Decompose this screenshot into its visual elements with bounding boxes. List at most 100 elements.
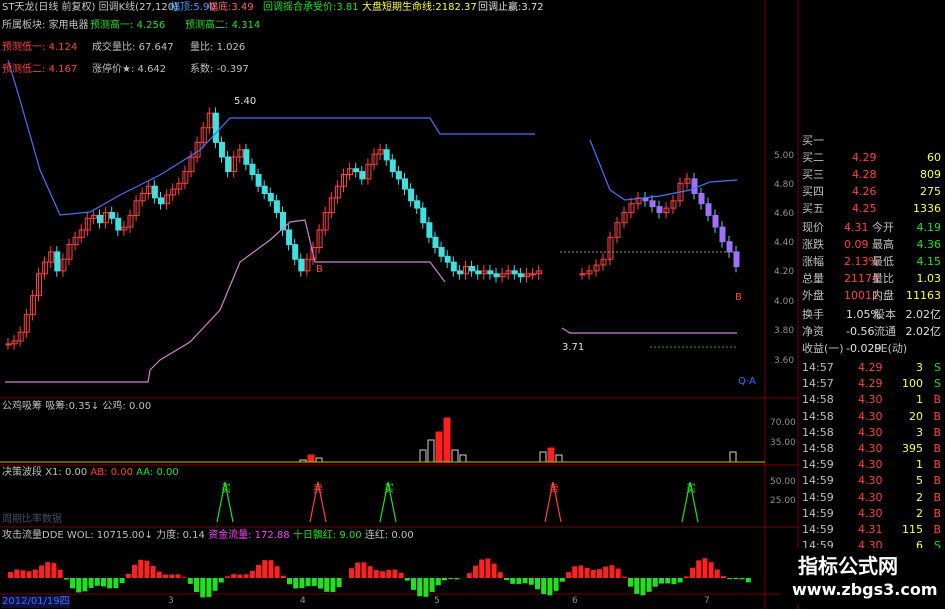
order-book-row[interactable]: 买一 — [800, 133, 945, 149]
flow-bar — [187, 578, 193, 584]
flow-bar — [367, 566, 373, 578]
stat-label: 最低 — [872, 255, 894, 268]
flow-bar — [175, 574, 181, 578]
flow-bar — [677, 578, 683, 583]
candle-body — [579, 273, 586, 276]
flow-bar — [200, 578, 206, 598]
flow-bar — [144, 560, 150, 578]
candle-body — [158, 197, 164, 205]
flow-bar — [541, 578, 547, 595]
flow-bar — [479, 559, 485, 578]
fin-label: PE(动) — [874, 342, 908, 355]
flow-bar — [262, 560, 268, 578]
flow-bar — [491, 563, 497, 578]
flow-bar — [32, 569, 38, 578]
book-price: 4.29 — [852, 151, 877, 164]
accumulation-bar — [555, 454, 563, 463]
candle-body — [726, 241, 733, 253]
watermark-title: 指标公式网 — [798, 554, 898, 578]
x-tick: 4 — [300, 596, 306, 606]
trade-row[interactable]: 14:59 4.30 2 B — [800, 490, 945, 506]
watermark: 指标公式网 www.zbgs3.com — [780, 548, 940, 604]
trade-row[interactable]: 14:59 4.31 115 B — [800, 522, 945, 538]
panel1-title: 公鸡吸筹 吸筹:0.35↓ 公鸡: 0.00 — [2, 401, 152, 412]
watermark-url: www.zbgs3.com — [792, 580, 938, 599]
flow-bar — [702, 558, 708, 578]
flow-bar — [411, 578, 416, 590]
candle-body — [656, 206, 663, 213]
flow-bar — [63, 578, 69, 580]
stat-label: 涨跌 — [802, 238, 824, 251]
trade-price: 4.30 — [858, 506, 883, 520]
book-volume: 60 — [927, 151, 941, 164]
stat-label: 总量 — [802, 272, 824, 285]
candle-body — [298, 258, 305, 272]
trade-row[interactable]: 14:58 4.30 395 B — [800, 441, 945, 457]
stat-label: 涨幅 — [802, 255, 824, 268]
stat-label: 今开 — [872, 221, 894, 234]
flow-bar — [45, 562, 51, 578]
trade-row[interactable]: 14:59 4.30 5 B — [800, 473, 945, 489]
book-volume: 809 — [920, 168, 941, 181]
predict-high-1: 预测高一: 4.256 — [90, 20, 166, 31]
trade-time: 14:59 — [802, 523, 834, 536]
candle-body — [456, 270, 463, 275]
flow-bar — [181, 577, 187, 578]
flow-bar — [733, 578, 739, 580]
order-book-row[interactable]: 买四 4.26 275 — [800, 184, 945, 200]
coefficient: 系数: -0.397 — [190, 64, 249, 75]
candle-body — [712, 214, 719, 228]
flow-bar — [528, 578, 534, 585]
high-marker: 5.40 — [234, 96, 257, 107]
trade-volume: 20 — [909, 409, 923, 423]
trade-row[interactable]: 14:57 4.29 3 S — [800, 360, 945, 376]
trade-price: 4.30 — [858, 442, 883, 455]
flow-bar — [163, 574, 168, 578]
candle-body — [286, 229, 293, 246]
flow-bar — [125, 574, 131, 578]
flow-bar — [739, 578, 745, 580]
trade-side: B — [933, 458, 941, 472]
trade-row[interactable]: 14:59 4.30 1 B — [800, 457, 945, 473]
blue-trend-line — [589, 139, 738, 201]
trade-row[interactable]: 14:58 4.30 20 B — [800, 409, 945, 425]
candle-body — [115, 217, 122, 231]
flow-bar — [138, 559, 144, 578]
trade-row[interactable]: 14:57 4.29 100 S — [800, 376, 945, 392]
flow-bar — [398, 572, 404, 578]
trade-row[interactable]: 14:59 4.30 2 B — [800, 506, 945, 522]
flow-bar — [721, 576, 726, 578]
candle-body — [273, 200, 280, 213]
candle-body — [691, 178, 698, 194]
trade-price: 4.30 — [858, 490, 883, 504]
flow-bar — [516, 578, 522, 584]
flow-bar — [442, 578, 447, 581]
book-price: 4.26 — [852, 185, 877, 198]
panel2-note: 周期比率数据 — [2, 514, 62, 525]
flow-bar — [417, 578, 423, 597]
x-tick: 7 — [704, 596, 710, 606]
candle-body — [353, 168, 360, 173]
fin-row: 收益(一) -0.029 PE(动) — [800, 341, 945, 357]
flow-bar — [70, 578, 75, 589]
flow-bar — [156, 571, 162, 578]
trade-row[interactable]: 14:58 4.30 3 B — [800, 425, 945, 441]
stat-label: 外盘 — [802, 289, 824, 302]
order-book-row[interactable]: 买五 4.25 1336 — [800, 201, 945, 217]
flow-bar — [82, 578, 88, 592]
flow-bar — [218, 578, 224, 583]
flow-bar — [299, 578, 305, 589]
panel3-title: 攻击流量DDE WOL: 10715.00↓ 力度: 0.14 资金流量: 17… — [2, 530, 414, 541]
candle-body — [212, 112, 219, 143]
trade-row[interactable]: 14:58 4.30 1 B — [800, 392, 945, 408]
flow-bar — [243, 574, 249, 578]
flow-bar — [237, 574, 243, 578]
candle-body — [517, 273, 524, 278]
stop-label: 回调止赢:3.72 — [478, 2, 544, 13]
support-label: 回调摇合承受价:3.81 — [263, 2, 359, 13]
flow-bar — [8, 572, 13, 578]
flow-bar — [20, 570, 26, 578]
order-book-row[interactable]: 买三 4.28 809 — [800, 167, 945, 183]
flow-bar — [225, 576, 230, 578]
order-book-row[interactable]: 买二 4.29 60 — [800, 150, 945, 166]
